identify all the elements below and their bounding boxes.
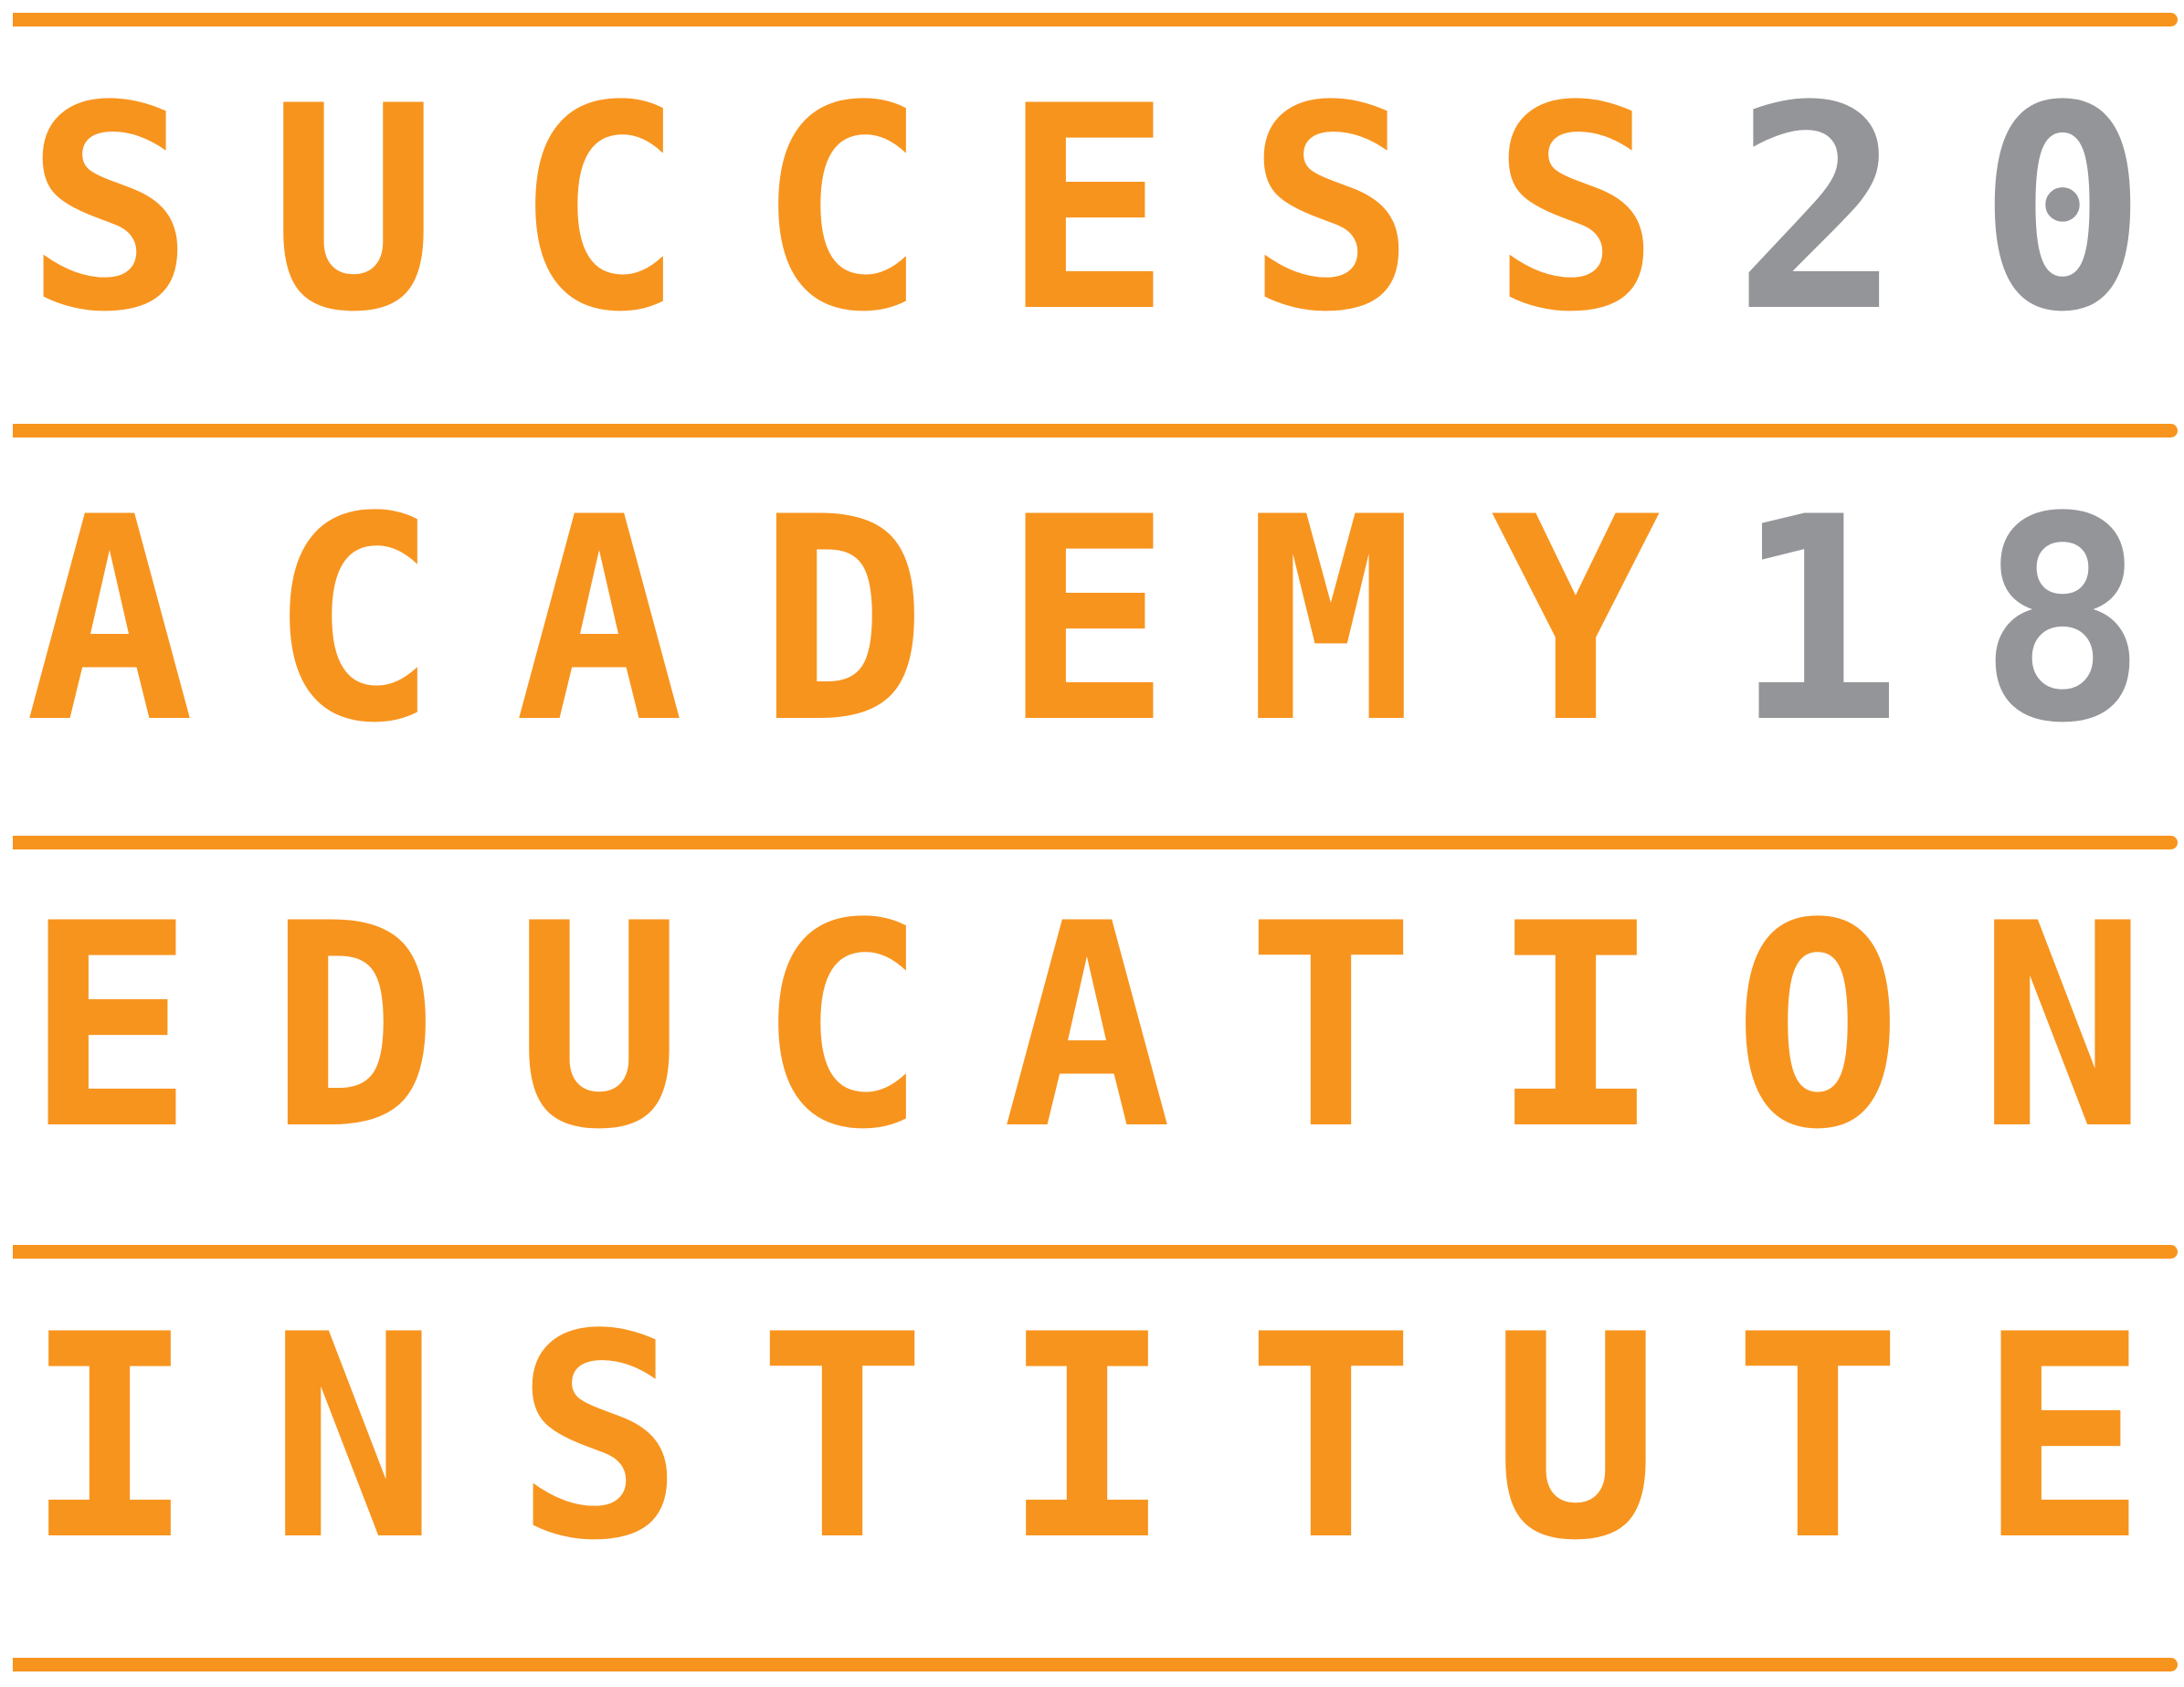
logo-letter: A xyxy=(25,457,195,785)
logo-letter: I xyxy=(1002,1274,1172,1602)
logo-letter: D xyxy=(757,457,927,785)
logo-letter: C xyxy=(757,46,927,374)
logo-letter: T xyxy=(1733,1274,1903,1602)
divider-rule-1 xyxy=(13,13,2178,26)
logo-row-education: EDUCATION xyxy=(0,863,2184,1191)
logo-row-institute: INSTITUTE xyxy=(0,1274,2184,1602)
divider-rule-4 xyxy=(13,1245,2178,1259)
logo-letter: E xyxy=(1978,1274,2147,1602)
logo-letter: E xyxy=(25,863,195,1191)
logo-letter: N xyxy=(269,1274,438,1602)
logo-digit: 2 xyxy=(1733,46,1903,374)
logo-letter: A xyxy=(514,457,684,785)
logo-letter: T xyxy=(757,1274,927,1602)
divider-rule-2 xyxy=(13,424,2178,438)
logo-letter: S xyxy=(1491,46,1661,374)
logo-letter: I xyxy=(25,1274,195,1602)
logo-letter: A xyxy=(1002,863,1172,1191)
logo-letter: C xyxy=(269,457,438,785)
logo-letter: S xyxy=(514,1274,684,1602)
logo-letter: S xyxy=(1246,46,1416,374)
logo-letter: C xyxy=(514,46,684,374)
logo-letter: T xyxy=(1246,863,1416,1191)
logo-letter: N xyxy=(1978,863,2147,1191)
logo-digit: 8 xyxy=(1978,457,2147,785)
logo-letter: U xyxy=(514,863,684,1191)
logo-letter: U xyxy=(269,46,438,374)
logo-letter: C xyxy=(757,863,927,1191)
logo-row-academy: ACADEMY18 xyxy=(0,457,2184,785)
logo-letter: Y xyxy=(1491,457,1661,785)
logo-letter: T xyxy=(1246,1274,1416,1602)
logo-letter: O xyxy=(1733,863,1903,1191)
logo-letter: E xyxy=(1002,457,1172,785)
logo-letter: E xyxy=(1002,46,1172,374)
logo-letter: M xyxy=(1246,457,1416,785)
logo-row-success: SUCCESS20 xyxy=(0,46,2184,374)
divider-rule-5 xyxy=(13,1658,2178,1671)
logo-digit: 1 xyxy=(1733,457,1903,785)
logo-letter: S xyxy=(25,46,195,374)
logo-letter: U xyxy=(1491,1274,1661,1602)
logo-digit: 0 xyxy=(1978,46,2147,374)
logo-letter: I xyxy=(1491,863,1661,1191)
divider-rule-3 xyxy=(13,836,2178,849)
logo-letter: D xyxy=(269,863,438,1191)
